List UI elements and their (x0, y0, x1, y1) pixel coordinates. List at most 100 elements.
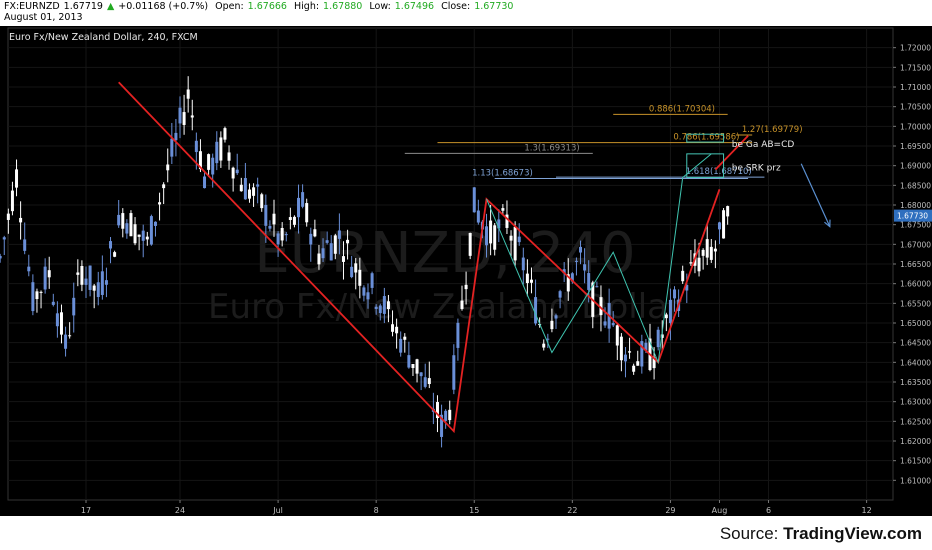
candle-body (256, 184, 260, 187)
candle-body (713, 248, 717, 252)
candle-body (215, 141, 219, 164)
candle-body (464, 284, 468, 290)
candle-body (55, 313, 59, 327)
candle-body (247, 189, 251, 199)
candle-body (411, 363, 415, 369)
candle-body (501, 208, 505, 211)
high-label: High: (294, 1, 320, 12)
candle-body (68, 335, 72, 337)
candle-body (460, 300, 464, 309)
candle-body (407, 355, 411, 368)
date-label: August 01, 2013 (4, 12, 83, 23)
candle-body (280, 227, 284, 241)
y-tick-label: 1.67500 (900, 221, 931, 230)
x-tick-label: 24 (175, 506, 185, 515)
y-tick-label: 1.62000 (900, 437, 931, 446)
x-tick-label: 15 (469, 506, 479, 515)
candle-body (231, 167, 235, 179)
annotation-label: be Ga AB=CD (732, 140, 795, 150)
candle-body (534, 297, 538, 324)
time-axis[interactable]: 17 24 Jul 8 15 22 29 Aug 6 12 (81, 500, 872, 515)
candle-body (309, 233, 313, 245)
candle-body (125, 223, 129, 234)
candle-body (174, 132, 178, 141)
high-value: 1.67880 (323, 1, 363, 12)
fib-level-label: 1.13(1.68673) (472, 169, 533, 179)
y-tick-label: 1.71000 (900, 83, 931, 92)
low-value: 1.67496 (394, 1, 435, 12)
annotations[interactable]: be Ga AB=CD be SRK prz (686, 133, 831, 228)
candle-body (31, 282, 35, 312)
y-tick-label: 1.68500 (900, 181, 931, 190)
candle-body (681, 270, 685, 282)
candle-body (276, 233, 280, 245)
candle-body (329, 243, 333, 261)
candle-body (158, 202, 162, 205)
change-value: +0.01168 (+0.7%) (118, 1, 209, 12)
candle-body (260, 194, 264, 209)
symbol-label[interactable]: FX:EURNZD (4, 1, 60, 12)
open-value: 1.67666 (247, 1, 287, 12)
y-tick-label: 1.61000 (900, 476, 931, 485)
candle-body (2, 237, 6, 240)
candle-body (509, 235, 513, 241)
candle-body (521, 257, 525, 271)
candle-body (386, 301, 390, 310)
candle-body (554, 315, 558, 319)
candle-body (182, 112, 186, 125)
x-tick-label: 8 (374, 506, 379, 515)
fib-level-label: 1.3(1.69313) (524, 143, 579, 153)
last-price-label: 1.67730 (897, 212, 928, 221)
candle-body (268, 225, 272, 229)
candle-body (72, 297, 76, 316)
x-tick-label: 22 (567, 506, 577, 515)
projection-arrow[interactable] (800, 163, 831, 227)
candle-body (243, 178, 247, 200)
candle-body (100, 271, 104, 295)
y-tick-label: 1.64500 (900, 339, 931, 348)
y-tick-label: 1.65000 (900, 319, 931, 328)
candle-body (615, 325, 619, 346)
candle-body (485, 226, 489, 246)
candle-body (211, 157, 215, 175)
candle-body (113, 252, 117, 257)
candle-body (23, 239, 27, 251)
candle-body (623, 354, 627, 362)
candle-body (415, 359, 419, 374)
candle-body (178, 107, 182, 124)
candle-body (19, 217, 23, 223)
candle-body (117, 214, 121, 226)
y-tick-label: 1.72000 (900, 44, 931, 53)
candle-body (529, 279, 533, 283)
candle-body (297, 197, 301, 218)
candle-body (493, 225, 497, 250)
candle-body (628, 351, 632, 353)
y-tick-label: 1.67000 (900, 240, 931, 249)
y-tick-label: 1.61500 (900, 457, 931, 466)
chart-area[interactable]: EURNZD, 240 Euro Fx/New Zealand Dollar 0… (0, 26, 932, 516)
candle-body (153, 221, 157, 226)
candle-body (47, 270, 51, 278)
candle-body (341, 256, 345, 262)
candle-body (619, 336, 623, 361)
candle-body (166, 164, 170, 171)
candle-body (0, 255, 2, 259)
candle-body (313, 229, 317, 237)
candle-body (689, 262, 693, 264)
x-tick-label: 17 (81, 506, 91, 515)
candle-body (76, 272, 80, 275)
candle-body (382, 296, 386, 314)
candle-body (301, 192, 305, 207)
candle-body (476, 210, 480, 223)
price-chart[interactable]: EURNZD, 240 Euro Fx/New Zealand Dollar 0… (0, 26, 932, 516)
candle-body (366, 292, 370, 300)
candle-body (726, 206, 730, 217)
candle-body (43, 266, 47, 290)
candle-body (472, 187, 476, 213)
candle-body (51, 301, 55, 305)
candle-body (27, 266, 31, 272)
source-credit[interactable]: Source: TradingView.com (720, 524, 922, 544)
fib-level-label: 1.27(1.69779) (742, 125, 803, 135)
y-tick-label: 1.70500 (900, 103, 931, 112)
price-axis[interactable]: 1.72000 1.71500 1.71000 1.70500 1.70000 1.695… (893, 44, 932, 486)
